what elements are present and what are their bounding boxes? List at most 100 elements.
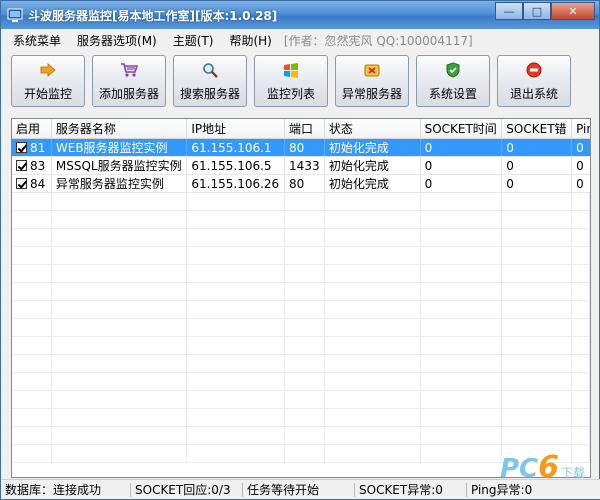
exit-system-label: 退出系统 [509,86,558,101]
table-row[interactable]: 81 WEB服务器监控实例 61.155.106.1 80 初始化完成 0 0 … [12,139,590,157]
col-enabled[interactable]: 启用 [12,119,52,138]
start-monitor-button[interactable]: 开始监控 [11,55,85,107]
empty-grid-cell [12,283,52,300]
server-list-table[interactable]: 启用 服务器名称 IP地址 端口 状态 SOCKET时间 SOCKET错 Pin… [11,118,591,478]
empty-grid-cell [421,337,503,354]
empty-grid-cell [325,229,421,246]
empty-grid-cell [285,265,325,282]
empty-grid-cell [421,319,503,336]
empty-rows [12,193,590,463]
empty-grid-cell [421,265,503,282]
empty-grid-cell [325,355,421,372]
row-id: 81 [30,140,46,155]
menu-bar: 系统菜单 服务器选项(M) 主题(T) 帮助(H) [作者：忽然宪风 QQ:10… [1,29,599,51]
col-socket-error[interactable]: SOCKET错 [502,119,573,138]
main-window: 斗波服务器监控[易本地工作室][版本:1.0.28] — □ ✕ 系统菜单 服务… [0,0,600,500]
empty-grid-cell [285,409,325,426]
empty-grid-cell [421,283,503,300]
ip-cell: 61.155.106.1 [187,139,286,156]
empty-grid-cell [52,247,188,264]
empty-grid-cell [52,211,188,228]
empty-grid-cell [325,319,421,336]
minimize-button[interactable]: — [495,2,523,20]
ip-cell: 61.155.106.5 [187,157,286,174]
abnormal-server-button[interactable]: 异常服务器 [335,55,409,107]
empty-grid-cell [187,373,286,390]
empty-grid-cell [572,391,590,408]
empty-grid-cell [572,319,590,336]
empty-grid-cell [572,211,590,228]
author-info: [作者：忽然宪风 QQ:100004117] [283,33,473,48]
table-header: 启用 服务器名称 IP地址 端口 状态 SOCKET时间 SOCKET错 Pin [12,119,590,139]
empty-grid-cell [285,283,325,300]
empty-grid-cell [502,283,573,300]
empty-grid-cell [52,445,188,462]
enable-checkbox[interactable] [16,160,27,171]
empty-grid-cell [421,247,503,264]
col-status[interactable]: 状态 [325,119,421,138]
empty-grid-row [12,301,590,319]
socket-error-cell: 0 [502,139,573,156]
col-socket-time[interactable]: SOCKET时间 [421,119,503,138]
empty-grid-cell [285,445,325,462]
socket-time-cell: 0 [421,175,503,192]
empty-grid-cell [325,265,421,282]
col-port[interactable]: 端口 [285,119,325,138]
empty-grid-cell [187,301,286,318]
enable-checkbox[interactable] [16,178,27,189]
search-server-button[interactable]: 搜索服务器 [173,55,247,107]
col-ping[interactable]: Pin [572,119,590,138]
menu-theme[interactable]: 主题(T) [165,32,222,49]
exit-system-button[interactable]: 退出系统 [497,55,571,107]
magnifier-icon [201,61,219,79]
title-bar[interactable]: 斗波服务器监控[易本地工作室][版本:1.0.28] — □ ✕ [1,1,599,29]
close-button[interactable]: ✕ [551,2,595,20]
empty-grid-row [12,409,590,427]
empty-grid-cell [285,373,325,390]
stop-icon [525,61,543,79]
empty-grid-cell [285,391,325,408]
menu-server-options[interactable]: 服务器选项(M) [69,32,165,49]
empty-grid-cell [52,409,188,426]
monitor-list-button[interactable]: 监控列表 [254,55,328,107]
port-cell: 80 [285,175,325,192]
status-cell: 初始化完成 [325,175,421,192]
empty-grid-cell [52,427,188,444]
abnormal-server-label: 异常服务器 [341,86,402,101]
empty-grid-cell [502,337,573,354]
table-row[interactable]: 83 MSSQL服务器监控实例 61.155.106.5 1433 初始化完成 … [12,157,590,175]
empty-grid-cell [502,265,573,282]
menu-system[interactable]: 系统菜单 [5,32,69,49]
empty-grid-cell [572,373,590,390]
empty-grid-cell [502,211,573,228]
empty-grid-cell [187,193,286,210]
maximize-button[interactable]: □ [523,2,551,20]
empty-grid-cell [52,373,188,390]
col-ip[interactable]: IP地址 [187,119,286,138]
col-server-name[interactable]: 服务器名称 [52,119,188,138]
empty-grid-cell [12,355,52,372]
search-server-label: 搜索服务器 [179,86,240,101]
empty-grid-cell [325,409,421,426]
empty-grid-cell [12,229,52,246]
ping-cell: 0 [576,140,584,155]
app-icon [7,8,23,22]
empty-grid-cell [52,337,188,354]
empty-grid-cell [325,211,421,228]
warning-server-icon [363,61,381,79]
empty-grid-row [12,319,590,337]
server-name-cell: WEB服务器监控实例 [52,139,188,156]
enable-checkbox[interactable] [16,142,27,153]
empty-grid-cell [187,247,286,264]
empty-grid-cell [12,427,52,444]
empty-grid-cell [285,301,325,318]
port-cell: 1433 [285,157,325,174]
system-settings-button[interactable]: 系统设置 [416,55,490,107]
table-row[interactable]: 84 异常服务器监控实例 61.155.106.26 80 初始化完成 0 0 … [12,175,590,193]
empty-grid-cell [325,373,421,390]
shield-icon [444,61,462,79]
menu-help[interactable]: 帮助(H) [221,32,279,49]
empty-grid-cell [572,409,590,426]
add-server-button[interactable]: 添加服务器 [92,55,166,107]
empty-grid-row [12,355,590,373]
